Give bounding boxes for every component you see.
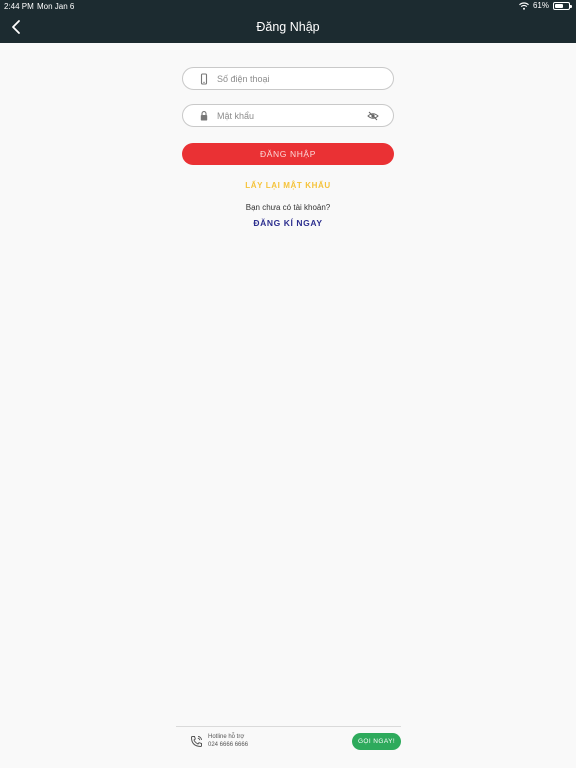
navigation-bar: 2:44 PM Mon Jan 6 61% Đăng Nhập [0, 0, 576, 43]
battery-percent: 61% [532, 1, 549, 10]
status-date: Mon Jan 6 [37, 2, 75, 11]
no-account-text: Bạn chưa có tài khoản? [245, 203, 331, 212]
call-now-button[interactable]: GỌI NGAY! [352, 733, 401, 750]
eye-off-icon[interactable] [367, 110, 379, 122]
wifi-icon [519, 1, 529, 10]
status-time: 2:44 PM [4, 2, 34, 11]
battery-fill [555, 3, 563, 8]
status-bar: 2:44 PM Mon Jan 6 61% [0, 0, 576, 13]
forgot-password-link[interactable]: LẤY LẠI MẬT KHẨU [0, 181, 576, 190]
hotline-number: 024 6666 6666 [208, 742, 249, 748]
phone-input[interactable] [217, 68, 367, 89]
page-title: Đăng Nhập [256, 20, 320, 34]
footer-divider [176, 726, 401, 727]
login-button[interactable]: ĐĂNG NHẬP [182, 143, 394, 165]
register-link[interactable]: ĐĂNG KÍ NGAY [0, 218, 576, 228]
lock-icon [200, 111, 208, 121]
phone-field[interactable] [182, 67, 394, 90]
password-input[interactable] [217, 105, 367, 126]
password-field[interactable] [182, 104, 394, 127]
status-right: 61% [519, 1, 572, 10]
phone-call-icon [190, 736, 202, 748]
battery-icon [553, 1, 572, 10]
mobile-phone-icon [200, 73, 208, 85]
hotline-label: Hotline hỗ trợ [208, 734, 245, 740]
